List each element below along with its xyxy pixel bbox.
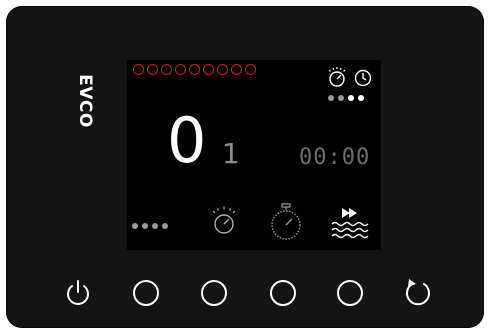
gauge-icon: [212, 206, 236, 234]
led-indicator: [231, 64, 242, 75]
button-3[interactable]: [267, 277, 299, 309]
status-dots-bottom: [132, 223, 168, 229]
circle-icon: [133, 280, 159, 306]
logo-text: EVCO: [75, 74, 95, 128]
led-indicator-row: [133, 64, 256, 75]
led-indicator: [175, 64, 186, 75]
reset-button[interactable]: [402, 276, 434, 308]
status-dot: [328, 95, 334, 101]
controller-panel: EVCO 0 1 00:00: [6, 6, 484, 328]
stopwatch-icon: [271, 203, 301, 240]
led-indicator: [245, 64, 256, 75]
circle-icon: [337, 280, 363, 306]
status-dot: [348, 95, 354, 101]
secondary-value: 1: [222, 137, 240, 170]
led-indicator: [161, 64, 172, 75]
brand-logo: EVCO: [72, 72, 98, 130]
display-screen: 0 1 00:00: [127, 60, 381, 250]
circle-icon: [270, 280, 296, 306]
led-indicator: [203, 64, 214, 75]
status-dot: [142, 223, 148, 229]
gauge-icon: [328, 67, 346, 87]
status-dot: [358, 95, 364, 101]
button-1[interactable]: [130, 277, 162, 309]
led-indicator: [133, 64, 144, 75]
status-dot: [132, 223, 138, 229]
status-dot: [338, 95, 344, 101]
fast-forward-water-icon: [331, 208, 369, 239]
status-dot: [152, 223, 158, 229]
circle-icon: [201, 280, 227, 306]
status-dot: [162, 223, 168, 229]
clock-icon: [354, 69, 372, 87]
status-dots-top: [328, 95, 364, 101]
main-value: 0: [167, 104, 207, 177]
led-indicator: [189, 64, 200, 75]
button-4[interactable]: [334, 277, 366, 309]
button-2[interactable]: [198, 277, 230, 309]
power-button[interactable]: [62, 277, 94, 309]
refresh-icon: [406, 283, 430, 306]
led-indicator: [147, 64, 158, 75]
led-indicator: [217, 64, 228, 75]
timer-readout: 00:00: [299, 145, 371, 170]
